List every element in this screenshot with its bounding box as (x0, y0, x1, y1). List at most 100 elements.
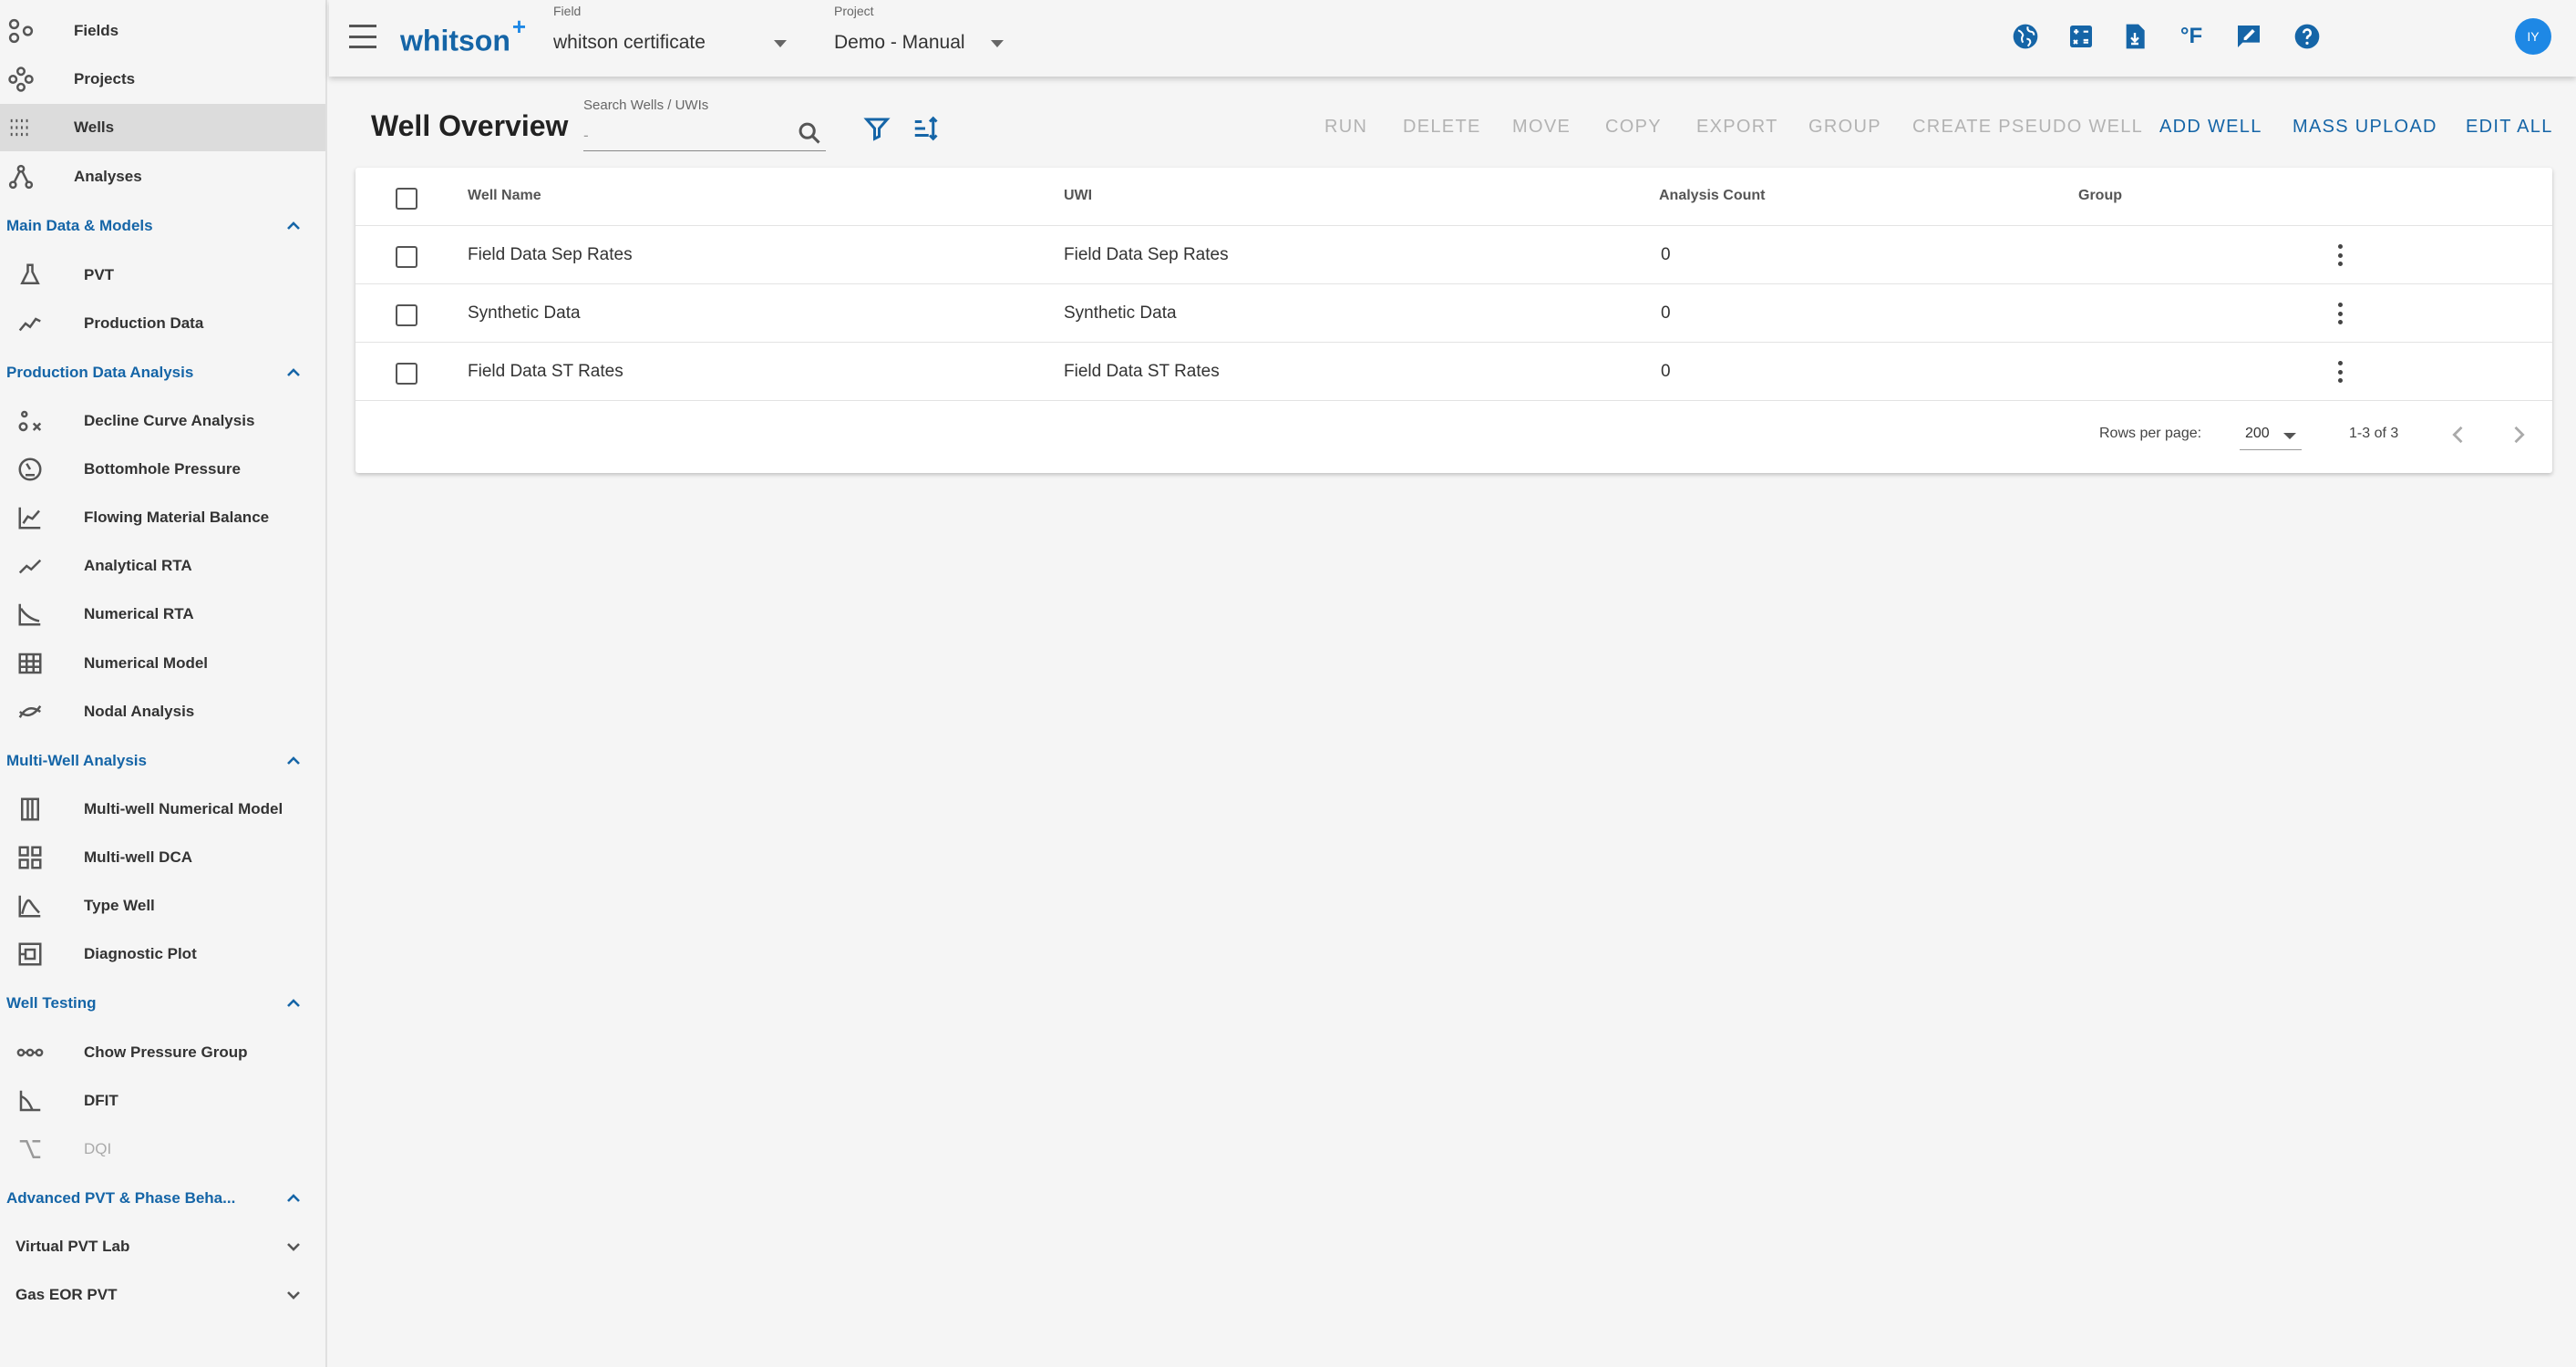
row-checkbox[interactable] (396, 246, 417, 268)
sidebar-item-analyses[interactable]: Analyses (0, 153, 325, 200)
globe-icon[interactable] (2009, 20, 2042, 53)
sidebar-item-label: Decline Curve Analysis (84, 412, 255, 429)
nodal-icon (15, 696, 46, 727)
add-well-button[interactable]: ADD WELL (2159, 117, 2262, 138)
cell-analysis-count: 0 (1661, 362, 1671, 381)
dfit-curve-icon (15, 1085, 46, 1116)
sidebar-item-wells[interactable]: Wells (0, 104, 325, 151)
cell-analysis-count: 0 (1661, 303, 1671, 323)
edit-all-button[interactable]: EDIT ALL (2466, 117, 2553, 138)
field-select[interactable]: Field whitson certificate (553, 0, 787, 77)
search-input[interactable] (583, 120, 826, 151)
previous-page-icon[interactable] (2446, 422, 2471, 447)
download-file-icon[interactable] (2118, 20, 2151, 53)
group-button[interactable]: GROUP (1808, 117, 1881, 138)
section-production-data-analysis[interactable]: Production Data Analysis (0, 350, 325, 396)
sort-icon[interactable] (912, 115, 939, 142)
create-pseudo-well-button[interactable]: CREATE PSEUDO WELL (1912, 117, 2143, 138)
sidebar-item-dfit[interactable]: DFIT (0, 1077, 325, 1125)
group-virtual-pvt-lab[interactable]: Virtual PVT Lab (0, 1224, 325, 1269)
section-multi-well-analysis[interactable]: Multi-Well Analysis (0, 738, 325, 784)
sidebar-item-label: Flowing Material Balance (84, 509, 270, 526)
project-select[interactable]: Project Demo - Manual (834, 0, 1016, 77)
row-checkbox[interactable] (396, 363, 417, 385)
section-well-testing[interactable]: Well Testing (0, 981, 325, 1026)
delete-button[interactable]: DELETE (1403, 117, 1481, 138)
sidebar-item-production-data[interactable]: Production Data (0, 300, 325, 347)
sidebar-item-numerical-rta[interactable]: Numerical RTA (0, 591, 325, 638)
sidebar-item-bottomhole-pressure[interactable]: Bottomhole Pressure (0, 446, 325, 493)
more-vert-icon[interactable] (2329, 358, 2351, 385)
dqi-icon (15, 1134, 46, 1165)
feedback-icon[interactable] (2232, 20, 2265, 53)
sidebar-item-multi-well-dca[interactable]: Multi-well DCA (0, 834, 325, 881)
run-button[interactable]: RUN (1324, 117, 1367, 138)
table-row[interactable]: Field Data Sep Rates Field Data Sep Rate… (355, 226, 2552, 284)
row-checkbox[interactable] (396, 304, 417, 326)
table-row[interactable]: Synthetic Data Synthetic Data 0 (355, 284, 2552, 343)
mass-upload-button[interactable]: MASS UPLOAD (2293, 117, 2437, 138)
sidebar-item-type-well[interactable]: Type Well (0, 882, 325, 930)
search-box: Search Wells / UWIs (583, 95, 826, 151)
sidebar-item-label: DFIT (84, 1092, 118, 1109)
group-title: Gas EOR PVT (15, 1286, 118, 1303)
column-header-analysis-count[interactable]: Analysis Count (1659, 188, 1765, 204)
avatar[interactable]: IY (2515, 18, 2551, 55)
move-button[interactable]: MOVE (1512, 117, 1571, 138)
sidebar-item-fields[interactable]: Fields (0, 7, 325, 55)
sidebar-item-numerical-model[interactable]: Numerical Model (0, 640, 325, 687)
sidebar-item-flowing-material-balance[interactable]: Flowing Material Balance (0, 494, 325, 541)
sidebar-item-dqi: DQI (0, 1125, 325, 1173)
section-main-data-models[interactable]: Main Data & Models (0, 203, 325, 249)
fahrenheit-icon[interactable]: °F (2175, 20, 2208, 53)
select-all-checkbox[interactable] (396, 188, 417, 210)
copy-button[interactable]: COPY (1605, 117, 1662, 138)
dropdown-arrow-icon (774, 40, 787, 47)
flask-icon (15, 260, 46, 291)
sidebar-item-decline-curve-analysis[interactable]: Decline Curve Analysis (0, 397, 325, 445)
sidebar-item-label: Bottomhole Pressure (84, 460, 241, 478)
sidebar-item-diagnostic-plot[interactable]: Diagnostic Plot (0, 930, 325, 978)
analyses-icon (5, 161, 36, 192)
column-header-group[interactable]: Group (2078, 188, 2122, 204)
wells-icon (5, 112, 36, 143)
search-icon[interactable] (797, 120, 822, 146)
sidebar-item-chow-pressure-group[interactable]: Chow Pressure Group (0, 1029, 325, 1076)
sidebar-item-analytical-rta[interactable]: Analytical RTA (0, 542, 325, 590)
column-header-well-name[interactable]: Well Name (468, 188, 541, 204)
help-icon[interactable] (2291, 20, 2324, 53)
projects-icon (5, 64, 36, 95)
dropdown-arrow-icon (2283, 433, 2296, 439)
more-vert-icon[interactable] (2329, 300, 2351, 327)
table-row[interactable]: Field Data ST Rates Field Data ST Rates … (355, 343, 2552, 401)
sidebar-item-label: Production Data (84, 314, 204, 332)
line-chart-icon (15, 308, 46, 339)
sidebar-item-multi-well-numerical-model[interactable]: Multi-well Numerical Model (0, 786, 325, 833)
sidebar-item-label: Numerical RTA (84, 605, 194, 622)
sidebar-item-pvt[interactable]: PVT (0, 252, 325, 299)
next-page-icon[interactable] (2506, 422, 2531, 447)
calculator-icon[interactable] (2065, 20, 2097, 53)
section-advanced-pvt[interactable]: Advanced PVT & Phase Beha... (0, 1176, 325, 1221)
more-vert-icon[interactable] (2329, 242, 2351, 269)
decline-curve-icon (15, 406, 46, 437)
dropdown-arrow-icon (991, 40, 1004, 47)
rows-per-page-value: 200 (2245, 426, 2270, 441)
sidebar-item-label: DQI (84, 1140, 112, 1157)
chevron-up-icon (283, 362, 304, 384)
sidebar-item-nodal-analysis[interactable]: Nodal Analysis (0, 688, 325, 735)
menu-icon[interactable] (349, 25, 376, 48)
chevron-up-icon (283, 215, 304, 237)
section-title: Production Data Analysis (6, 364, 194, 381)
chevron-up-icon (283, 750, 304, 772)
sidebar-item-projects[interactable]: Projects (0, 56, 325, 103)
app-logo[interactable]: whitson+ (400, 13, 526, 58)
filter-icon[interactable] (863, 115, 891, 142)
field-caption: Field (553, 4, 582, 18)
export-button[interactable]: EXPORT (1696, 117, 1778, 138)
rows-per-page-select[interactable]: 200 (2240, 417, 2302, 450)
column-header-uwi[interactable]: UWI (1064, 188, 1092, 204)
numerical-rta-icon (15, 599, 46, 630)
cell-uwi: Field Data ST Rates (1064, 362, 1220, 381)
group-gas-eor-pvt[interactable]: Gas EOR PVT (0, 1272, 325, 1318)
